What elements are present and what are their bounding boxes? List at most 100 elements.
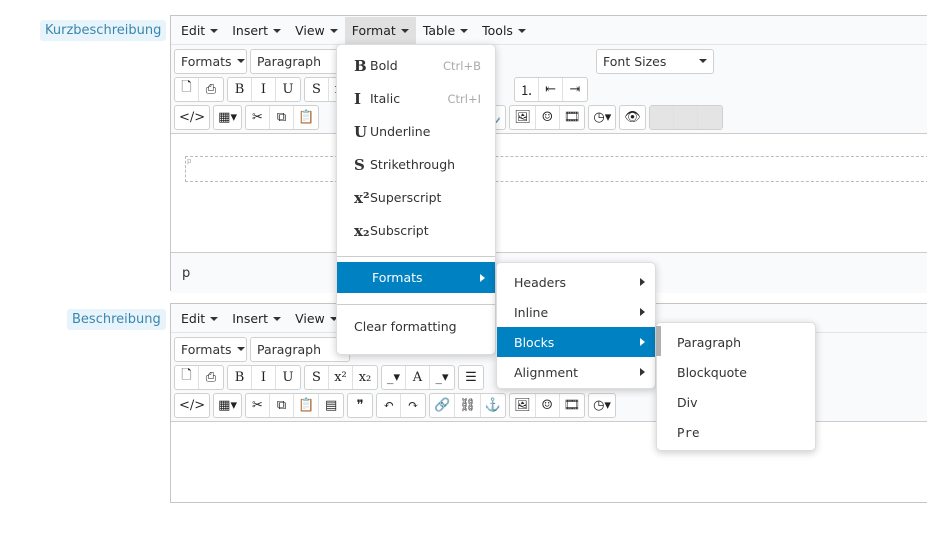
menu-item-superscript[interactable]: x² Superscript [337,181,495,214]
menu-format[interactable]: Format [344,16,416,44]
source-code-icon[interactable]: </> [175,106,209,129]
submenu-item-inline[interactable]: Inline [497,297,655,327]
menu-label: Insert [232,310,269,326]
anchor-icon[interactable]: ⚓ [481,394,505,417]
submenu-item-alignment[interactable]: Alignment [497,357,655,387]
button-icon[interactable] [649,105,674,129]
menu-item-bold[interactable]: B Bold Ctrl+B [337,49,495,82]
button-group: 👁 [619,104,646,130]
bullet-list-icon[interactable]: ☰ [459,366,483,389]
preview-icon[interactable]: 👁 [620,106,645,129]
menu-item-label: Div [677,394,698,410]
menu-edit[interactable]: Edit [174,305,225,332]
button-icon[interactable] [697,105,722,129]
menu-label: View [295,310,325,326]
media-icon[interactable]: 🎞 [560,394,585,417]
underline-icon[interactable]: U [276,78,300,101]
menubar: Edit Insert View Format Table Tools [171,16,927,45]
outdent-icon[interactable]: ⇤ [539,77,563,101]
text-color-icon[interactable]: _▾ [382,365,406,389]
cut-icon[interactable]: ✂ [246,393,270,417]
indent-icon[interactable]: ⇥ [563,78,587,101]
redo-icon[interactable]: ↷ [401,394,425,417]
submenu-item-pre[interactable]: Pre [657,417,815,447]
background-color-icon[interactable]: A [406,365,430,389]
format-menu: B Bold Ctrl+B I Italic Ctrl+I U Underline S Strik… [336,44,496,355]
unlink-icon[interactable]: ⛓ [455,393,481,417]
menu-insert[interactable]: Insert [225,305,288,332]
strikethrough-icon[interactable]: S [305,365,329,389]
submenu-arrow-icon [480,273,485,282]
font-sizes-select[interactable]: Font Sizes [596,48,714,74]
menu-item-label: Italic [370,91,401,106]
submenu-arrow-icon [640,308,645,316]
bold-icon[interactable]: B [228,77,252,101]
separator [337,304,495,305]
image-icon[interactable]: 🖼 [510,393,536,417]
paste-icon[interactable]: 📋 [294,393,320,417]
copy-icon[interactable]: ⧉ [270,393,294,417]
menu-table[interactable]: Table [416,17,475,44]
subscript-icon[interactable]: x₂ [353,366,377,389]
shortcut: Ctrl+I [447,91,482,106]
image-icon[interactable]: 🖼 [510,105,536,129]
blockquote-icon[interactable]: ❞ [348,394,372,417]
emoji-icon[interactable]: ☺ [536,393,560,417]
menu-item-strikethrough[interactable]: S Strikethrough [337,148,495,181]
editor-content[interactable]: p [171,134,927,252]
print-icon[interactable]: ⎙ [199,78,223,101]
table-icon[interactable]: ▦▾ [214,394,241,417]
menu-view[interactable]: View [288,17,345,44]
submenu-item-blocks[interactable]: Blocks [497,327,655,357]
button-group: ✂ ⧉ 📋 [244,104,320,130]
italic-icon[interactable]: I [252,365,276,389]
bg-color-dropdown-icon[interactable]: _▾ [430,366,454,389]
menu-item-underline[interactable]: U Underline [337,115,495,148]
table-icon[interactable]: ▦▾ [214,106,241,129]
print-icon[interactable]: ⎙ [199,366,223,389]
menu-label: View [295,22,325,38]
paste-icon[interactable]: 📋 [294,106,318,129]
menu-insert[interactable]: Insert [225,17,288,44]
bold-icon[interactable]: B [228,365,252,389]
block-select[interactable]: Paragraph [250,48,350,74]
undo-icon[interactable]: ↶ [377,393,402,417]
source-code-icon[interactable]: </> [175,394,209,417]
underline-icon[interactable]: U [276,366,300,389]
menu-item-formats[interactable]: Formats [337,262,495,293]
menu-item-label: Underline [370,124,431,139]
block-select[interactable]: Paragraph [250,336,350,362]
button-icon[interactable] [673,105,698,129]
button-group: 🔗 ⛓ ⚓ [429,392,507,418]
menu-label: Edit [181,310,206,326]
superscript-icon[interactable]: x² [329,365,353,389]
menu-edit[interactable]: Edit [174,17,225,44]
new-document-icon[interactable]: 🗋 [175,365,199,389]
paste-text-icon[interactable]: ▤ [319,394,343,417]
time-icon[interactable]: ◷▾ [589,106,615,129]
emoji-icon[interactable]: ☺ [536,105,560,129]
formats-select[interactable]: Formats [174,336,247,362]
media-icon[interactable]: 🎞 [560,106,585,129]
link-icon[interactable]: 🔗 [430,393,456,417]
menu-item-subscript[interactable]: x₂ Subscript [337,214,495,247]
submenu-item-blockquote[interactable]: Blockquote [657,357,815,387]
strikethrough-icon[interactable]: S [305,77,329,101]
submenu-item-paragraph[interactable]: Paragraph [657,327,815,357]
button-group: ▦▾ [213,104,242,130]
copy-icon[interactable]: ⧉ [270,105,294,129]
button-group: 🖼 ☺ 🎞 [509,104,586,130]
cut-icon[interactable]: ✂ [246,105,270,129]
menu-tools[interactable]: Tools [475,17,533,44]
formats-select[interactable]: Formats [174,48,247,74]
menu-item-clear-formatting[interactable]: Clear formatting [337,310,495,343]
new-document-icon[interactable]: 🗋 [175,77,199,101]
submenu-item-div[interactable]: Div [657,387,815,417]
numbered-list-icon[interactable]: ⒈ [515,77,539,101]
time-icon[interactable]: ◷▾ [589,394,615,417]
submenu-item-headers[interactable]: Headers [497,267,655,297]
separator [337,256,495,257]
menu-item-italic[interactable]: I Italic Ctrl+I [337,82,495,115]
italic-icon[interactable]: I [252,77,276,101]
button-group: ◷▾ [588,392,616,418]
